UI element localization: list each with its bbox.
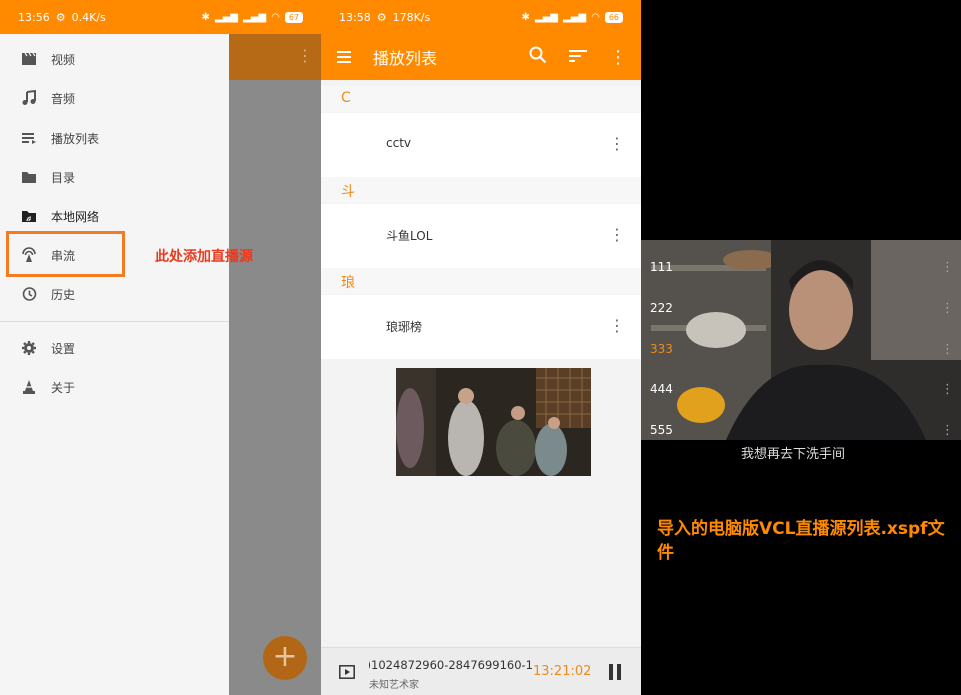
drawer-item-label: 设置 bbox=[51, 341, 76, 356]
status-time: 13:56 bbox=[18, 10, 50, 24]
mini-player-track: 1024872960-2847699160-1( bbox=[369, 658, 533, 672]
playlist-item-douyu[interactable]: 斗鱼LOL ⋮ bbox=[321, 204, 641, 268]
alarm-icon: ⚙ bbox=[376, 10, 387, 24]
channel-item[interactable]: 555 bbox=[650, 423, 673, 437]
drawer-item-settings[interactable]: 设置 bbox=[0, 329, 229, 367]
wifi-icon: ◠ bbox=[591, 11, 600, 23]
drawer-screen: 13:56 ⚙ 0.4K/s ✱ ▂▄▆ ▂▄▆ ◠ 67 ⋮ 视频 音频 播放… bbox=[0, 0, 321, 695]
status-bar: 13:58 ⚙ 178K/s ✱ ▂▄▆ ▂▄▆ ◠ 66 bbox=[321, 0, 641, 34]
playlist-icon bbox=[21, 130, 37, 146]
section-letter: 琅 bbox=[341, 275, 355, 291]
video-clapper-icon bbox=[21, 51, 37, 67]
more-options-icon: ⋮ bbox=[297, 46, 313, 65]
channel-more-icon[interactable]: ⋮ bbox=[941, 260, 954, 275]
drawer-item-about[interactable]: 关于 bbox=[0, 368, 229, 406]
channel-item[interactable]: 111 bbox=[650, 260, 673, 274]
section-letter: C bbox=[341, 90, 351, 106]
channel-more-icon[interactable]: ⋮ bbox=[941, 301, 954, 316]
channel-more-icon[interactable]: ⋮ bbox=[941, 342, 954, 357]
playlist-item-name: cctv bbox=[386, 136, 412, 150]
playlist-screen: 13:58 ⚙ 178K/s ✱ ▂▄▆ ▂▄▆ ◠ 66 播放列表 ⋮ C c… bbox=[321, 0, 641, 695]
status-bar: 13:56 ⚙ 0.4K/s ✱ ▂▄▆ ▂▄▆ ◠ 67 bbox=[0, 0, 321, 34]
play-queue-icon[interactable] bbox=[339, 664, 355, 683]
status-speed: 0.4K/s bbox=[71, 10, 106, 24]
channel-item[interactable]: 444 bbox=[650, 382, 673, 396]
channel-more-icon[interactable]: ⋮ bbox=[941, 382, 954, 397]
drawer-item-local-network[interactable]: 本地网络 bbox=[0, 197, 229, 235]
mini-player-time: 13:21:02 bbox=[533, 664, 592, 679]
item-more-icon[interactable]: ⋮ bbox=[609, 136, 625, 152]
video-screen: 111 222 333 444 555 ⋮ ⋮ ⋮ ⋮ ⋮ 我想再去下洗手间 导… bbox=[641, 0, 961, 695]
section-header bbox=[321, 268, 641, 294]
section-letter: 斗 bbox=[341, 184, 355, 200]
alarm-icon: ⚙ bbox=[55, 10, 66, 24]
sort-icon[interactable] bbox=[569, 48, 587, 67]
mini-player[interactable]: 1024872960-2847699160-1( 未知艺术家 13:21:02 bbox=[321, 647, 641, 695]
video-player[interactable] bbox=[641, 240, 961, 440]
drawer-item-label: 目录 bbox=[51, 170, 76, 185]
search-icon[interactable] bbox=[529, 46, 547, 68]
drawer-item-label: 视频 bbox=[51, 52, 76, 67]
playlist-item-cctv[interactable]: cctv ⋮ bbox=[321, 113, 641, 177]
drawer-item-playlist[interactable]: 播放列表 bbox=[0, 119, 229, 157]
drawer-item-label: 本地网络 bbox=[51, 209, 100, 224]
channel-item-active[interactable]: 333 bbox=[650, 342, 673, 356]
annotation-add-stream: 此处添加直播源 bbox=[155, 249, 253, 265]
vlc-cone-icon bbox=[21, 379, 37, 395]
bluetooth-icon: ✱ bbox=[521, 11, 530, 23]
channel-more-icon[interactable]: ⋮ bbox=[941, 423, 954, 438]
drawer-item-audio[interactable]: 音频 bbox=[0, 79, 229, 117]
section-header bbox=[321, 177, 641, 203]
drawer-item-label: 音频 bbox=[51, 91, 76, 106]
drawer-item-label: 关于 bbox=[51, 380, 76, 395]
history-icon bbox=[21, 286, 37, 302]
network-folder-icon bbox=[21, 208, 37, 224]
item-more-icon[interactable]: ⋮ bbox=[609, 227, 625, 243]
navigation-drawer: 视频 音频 播放列表 目录 本地网络 串流 历史 设置 关于 bbox=[0, 34, 229, 695]
battery-icon: 66 bbox=[604, 11, 623, 23]
status-time: 13:58 bbox=[339, 10, 371, 24]
more-options-icon[interactable]: ⋮ bbox=[609, 47, 627, 68]
folder-icon bbox=[21, 169, 37, 185]
drawer-item-video[interactable]: 视频 bbox=[0, 40, 229, 78]
playlist-item-name: 琅琊榜 bbox=[386, 320, 423, 334]
item-more-icon[interactable]: ⋮ bbox=[609, 318, 625, 334]
music-note-icon bbox=[21, 89, 37, 106]
mini-player-artist: 未知艺术家 bbox=[369, 680, 419, 691]
bluetooth-icon: ✱ bbox=[201, 11, 210, 23]
pause-icon[interactable] bbox=[608, 664, 622, 680]
battery-icon: 67 bbox=[284, 11, 303, 23]
app-toolbar: 播放列表 ⋮ bbox=[321, 34, 641, 80]
hamburger-menu-icon[interactable] bbox=[337, 51, 351, 63]
drawer-divider bbox=[0, 321, 229, 322]
drawer-item-directory[interactable]: 目录 bbox=[0, 158, 229, 196]
status-speed: 178K/s bbox=[392, 10, 431, 24]
wifi-icon: ◠ bbox=[271, 11, 280, 23]
playlist-item-name: 斗鱼LOL bbox=[386, 229, 433, 243]
drawer-item-history[interactable]: 历史 bbox=[0, 275, 229, 313]
drawer-item-label: 历史 bbox=[51, 287, 76, 302]
signal-icon: ▂▄▆ bbox=[214, 11, 238, 23]
gear-icon bbox=[21, 340, 37, 356]
add-fab-button[interactable]: + bbox=[263, 636, 307, 680]
signal-icon: ▂▄▆ bbox=[534, 11, 558, 23]
channel-item[interactable]: 222 bbox=[650, 301, 673, 315]
signal-icon: ▂▄▆ bbox=[563, 11, 587, 23]
video-thumbnail[interactable] bbox=[396, 368, 591, 476]
playlist-item-langya[interactable]: 琅琊榜 ⋮ bbox=[321, 295, 641, 359]
annotation-imported-list: 导入的电脑版VCL直播源列表.xspf文件 bbox=[657, 519, 945, 563]
page-title: 播放列表 bbox=[373, 49, 438, 68]
section-header bbox=[321, 86, 641, 112]
video-subtitle: 我想再去下洗手间 bbox=[741, 447, 846, 462]
stream-highlight-box bbox=[6, 231, 125, 277]
drawer-item-label: 播放列表 bbox=[51, 131, 100, 146]
signal-icon: ▂▄▆ bbox=[243, 11, 267, 23]
